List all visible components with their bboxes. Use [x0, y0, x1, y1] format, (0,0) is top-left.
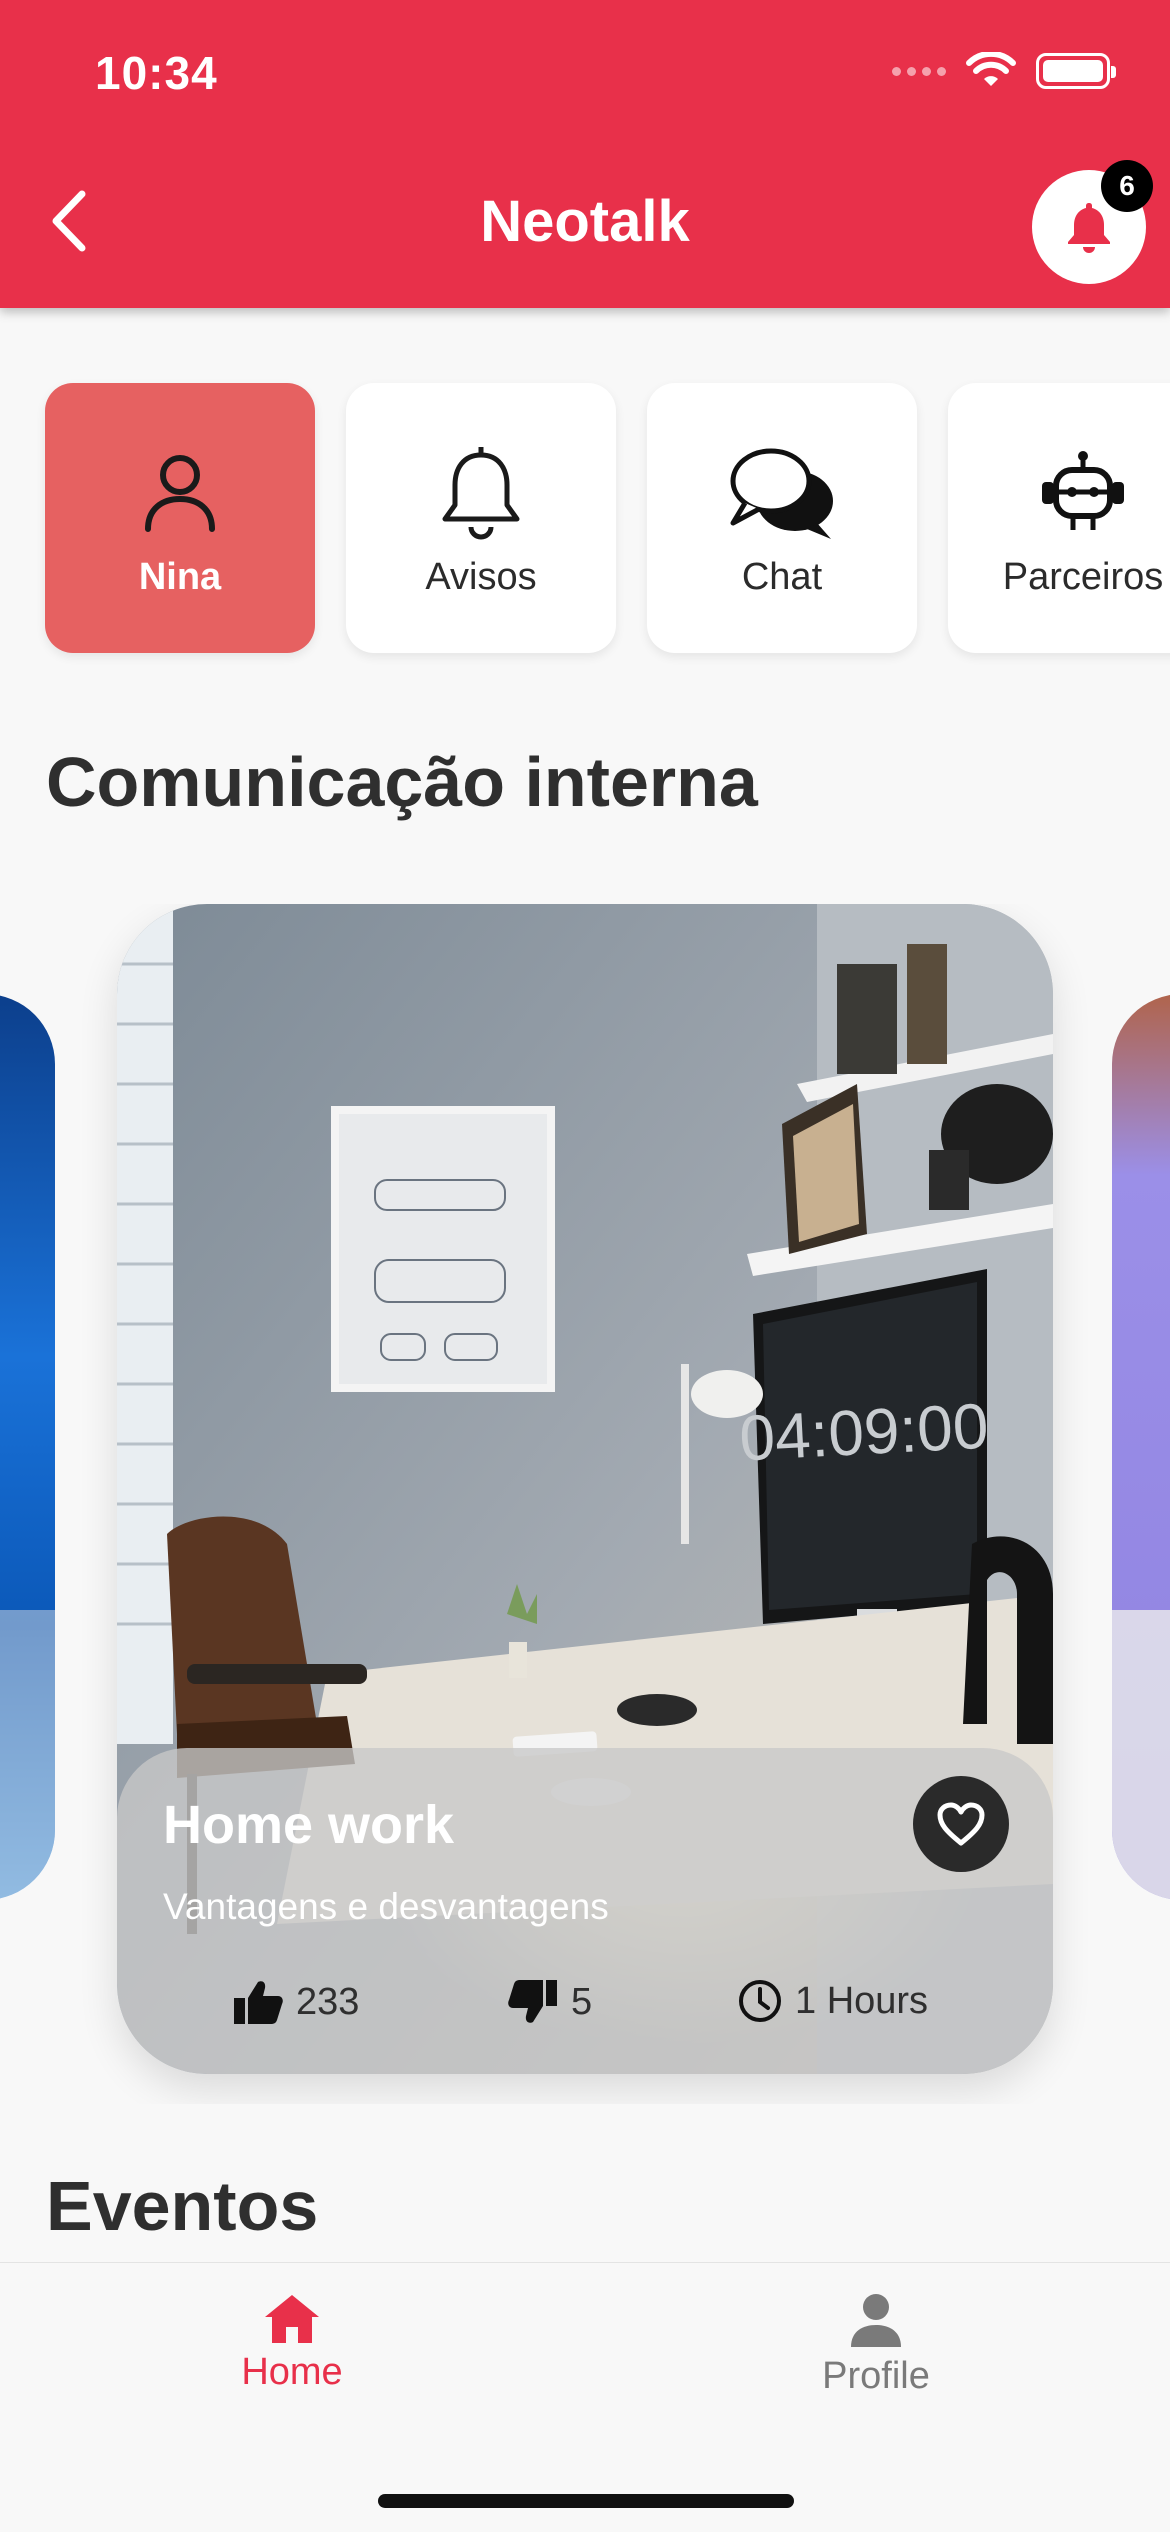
person-icon	[145, 454, 215, 532]
card-title: Home work	[163, 1795, 455, 1855]
favorite-button[interactable]	[913, 1776, 1009, 1872]
card-stats: 233 5 1 Hours	[117, 1978, 1053, 2038]
time-label: 1 Hours	[795, 1979, 929, 2022]
card-subtitle: Vantagens e desvantagens	[163, 1886, 609, 1927]
nav-label: Home	[241, 2351, 343, 2393]
tile-avisos[interactable]: Avisos	[346, 383, 616, 653]
dislike-stat[interactable]: 5	[507, 1978, 592, 2026]
news-carousel[interactable]: 04:09:00 Home work Vantagens e desvantag…	[0, 904, 1170, 2104]
monitor-clock: 04:09:00	[738, 1390, 991, 1475]
clock-icon	[739, 1980, 781, 2022]
like-stat[interactable]: 233	[232, 1978, 359, 2026]
category-tiles: Nina Avisos Chat Parceiros	[45, 383, 1170, 653]
person-icon	[851, 2294, 901, 2347]
thumbs-down-icon	[508, 1980, 557, 2023]
heart-outline-icon	[937, 1802, 985, 1846]
time-stat: 1 Hours	[737, 1978, 928, 2024]
battery-icon	[1036, 53, 1116, 89]
bottom-navigation: Home Profile	[0, 2262, 1170, 2532]
home-indicator	[378, 2494, 794, 2508]
home-icon	[265, 2295, 319, 2343]
signal-dots-icon	[892, 66, 946, 76]
tile-parceiros[interactable]: Parceiros	[948, 383, 1170, 653]
like-count: 233	[296, 1980, 360, 2023]
bell-icon	[1068, 203, 1110, 253]
robot-icon	[1042, 450, 1124, 530]
nav-profile[interactable]: Profile	[726, 2293, 1026, 2398]
dislike-count: 5	[571, 1980, 593, 2023]
tile-label: Avisos	[425, 555, 537, 598]
tile-chat[interactable]: Chat	[647, 383, 917, 653]
tile-label: Chat	[741, 555, 823, 598]
card-info-panel: Home work Vantagens e desvantagens 233 5…	[117, 1748, 1053, 2074]
carousel-card-previous[interactable]	[0, 994, 55, 1900]
chat-bubbles-icon	[730, 448, 833, 539]
app-header: 10:34 Neotalk 6	[0, 0, 1170, 308]
page-title: Neotalk	[480, 189, 690, 254]
status-time: 10:34	[95, 47, 218, 99]
tile-label: Parceiros	[1002, 555, 1164, 598]
wifi-icon	[966, 52, 1016, 86]
tile-label: Nina	[138, 555, 222, 598]
news-card[interactable]: 04:09:00 Home work Vantagens e desvantag…	[117, 904, 1053, 2074]
nav-home[interactable]: Home	[142, 2293, 442, 2394]
bell-icon	[442, 446, 520, 539]
section-title-internal: Comunicação interna	[46, 743, 758, 821]
tile-nina[interactable]: Nina	[45, 383, 315, 653]
section-title-events: Eventos	[46, 2167, 319, 2245]
nav-label: Profile	[822, 2355, 930, 2397]
status-icons	[892, 52, 1116, 90]
carousel-card-next[interactable]	[1112, 994, 1170, 1900]
thumbs-up-icon	[234, 1981, 283, 2024]
notification-count-badge: 6	[1101, 160, 1153, 212]
